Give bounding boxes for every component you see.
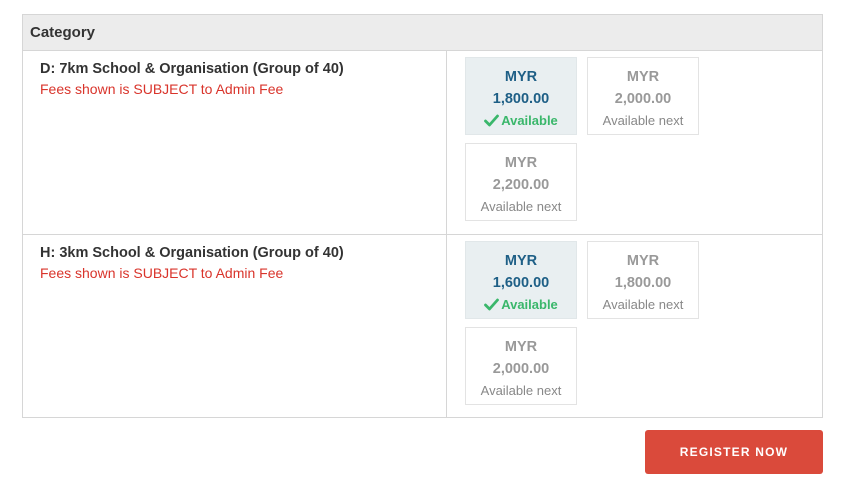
price-amount: 2,000.00 [492,361,550,377]
price-amount: 1,800.00 [614,275,672,291]
category-name: D: 7km School & Organisation (Group of 4… [40,61,344,77]
price-tier-next: MYR 2,000.00 Available next [587,57,699,135]
price-currency: MYR [504,155,538,171]
admin-fee-note: Fees shown is SUBJECT to Admin Fee [40,81,284,97]
price-currency: MYR [504,339,538,355]
price-amount: 2,000.00 [614,91,672,107]
price-status-label: Available next [480,199,562,214]
price-status-label: Available [501,297,558,312]
price-tier-next: MYR 1,800.00 Available next [587,241,699,319]
category-header-label: Category [30,24,96,41]
check-icon [484,298,500,311]
admin-fee-note: Fees shown is SUBJECT to Admin Fee [40,265,284,281]
price-currency: MYR [504,69,538,85]
price-status-label: Available [501,113,558,128]
category-info: H: 3km School & Organisation (Group of 4… [23,235,447,418]
price-currency: MYR [504,253,538,269]
price-amount: 2,200.00 [492,177,550,193]
price-tier-current[interactable]: MYR 1,600.00 Available [465,241,577,319]
price-status: Available [466,110,576,132]
price-tier-current[interactable]: MYR 1,800.00 Available [465,57,577,135]
category-row: H: 3km School & Organisation (Group of 4… [23,235,822,418]
price-status: Available [466,294,576,316]
price-amount: 1,800.00 [492,91,550,107]
category-info: D: 7km School & Organisation (Group of 4… [23,51,447,234]
price-currency: MYR [626,69,660,85]
price-currency: MYR [626,253,660,269]
register-now-button[interactable]: REGISTER NOW [645,430,823,474]
price-status-label: Available next [480,383,562,398]
price-status-label: Available next [602,297,684,312]
price-status-label: Available next [602,113,684,128]
price-amount: 1,600.00 [492,275,550,291]
check-icon [484,114,500,127]
price-tier-next: MYR 2,200.00 Available next [465,143,577,221]
table-header: Category [23,15,822,51]
category-name: H: 3km School & Organisation (Group of 4… [40,245,344,261]
category-table: Category D: 7km School & Organisation (G… [22,14,823,418]
category-row: D: 7km School & Organisation (Group of 4… [23,51,822,235]
price-tier-next: MYR 2,000.00 Available next [465,327,577,405]
price-tiers: MYR 1,800.00 Available MYR 2,000.00 Avai… [448,51,822,234]
price-tiers: MYR 1,600.00 Available MYR 1,800.00 Avai… [448,235,822,418]
